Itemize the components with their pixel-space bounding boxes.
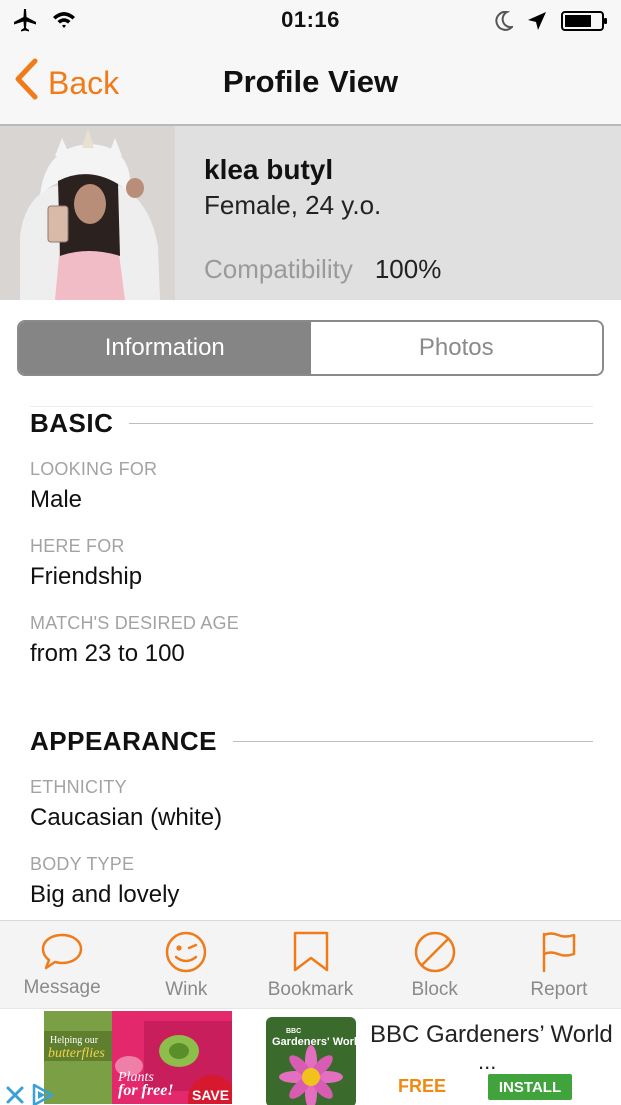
battery-icon xyxy=(561,10,609,37)
status-right xyxy=(495,10,609,37)
profile-header: klea butyl Female, 24 y.o. Compatibility… xyxy=(0,126,621,300)
compatibility-row: Compatibility 100% xyxy=(204,254,441,285)
profile-gender-age: Female, 24 y.o. xyxy=(204,190,382,220)
field-ethnicity: ETHNICITY Caucasian (white) xyxy=(30,777,593,832)
action-bar: Message Wink Bookmark Block Report xyxy=(0,920,621,1008)
divider xyxy=(233,741,593,742)
ad-banner[interactable]: Helping our butterflies Plants for free!… xyxy=(0,1008,621,1105)
tab-label: Report xyxy=(530,979,588,1000)
moon-icon xyxy=(495,10,515,36)
ad-app-icon[interactable]: BBC Gardeners' World xyxy=(266,1017,356,1105)
profile-segmented-control: Information Photos xyxy=(17,320,604,376)
ad-ellipsis: ... xyxy=(478,1049,497,1074)
profile-details[interactable]: BASIC LOOKING FOR Male HERE FOR Friendsh… xyxy=(0,396,621,920)
status-bar: 01:16 xyxy=(0,0,621,40)
ad-image-text-butterflies: butterflies xyxy=(48,1046,105,1061)
field-here-for: HERE FOR Friendship xyxy=(30,536,593,591)
field-value: Caucasian (white) xyxy=(30,804,223,831)
field-looking-for: LOOKING FOR Male xyxy=(30,459,593,514)
ad-magazine-image[interactable]: Helping our butterflies Plants for free!… xyxy=(44,1011,232,1104)
section-title: APPEARANCE xyxy=(30,726,218,756)
message-button[interactable]: Message xyxy=(0,921,124,1008)
tab-label: Message xyxy=(23,977,101,998)
section-title: BASIC xyxy=(30,408,114,438)
field-label: LOOKING FOR xyxy=(30,459,158,479)
section-header: APPEARANCE xyxy=(30,726,593,757)
field-label: HERE FOR xyxy=(30,536,125,556)
tab-information[interactable]: Information xyxy=(19,322,311,374)
tab-label: Block xyxy=(411,979,458,1000)
close-icon[interactable] xyxy=(2,1082,28,1105)
field-value: Big and lovely xyxy=(30,881,180,908)
field-label: ETHNICITY xyxy=(30,777,127,797)
wink-button[interactable]: Wink xyxy=(124,921,248,1008)
tab-label: Wink xyxy=(165,979,208,1000)
field-label: BODY TYPE xyxy=(30,854,135,874)
ad-cover-title-text: Gardeners' World xyxy=(272,1036,356,1048)
location-arrow-icon xyxy=(527,11,547,36)
compatibility-label: Compatibility xyxy=(204,254,353,284)
report-button[interactable]: Report xyxy=(497,921,621,1008)
field-value: from 23 to 100 xyxy=(30,640,185,667)
navigation-bar: Back Profile View xyxy=(0,40,621,126)
flag-icon xyxy=(539,931,579,973)
avatar[interactable] xyxy=(0,126,175,300)
section-header: BASIC xyxy=(30,408,593,439)
bookmark-button[interactable]: Bookmark xyxy=(248,921,372,1008)
ad-choices-icon[interactable] xyxy=(30,1082,56,1105)
bookmark-icon xyxy=(291,931,331,973)
ad-image-text-forfree: for free! xyxy=(118,1082,174,1099)
wink-face-icon xyxy=(164,931,208,973)
ad-image-text-save: SAVE xyxy=(192,1087,229,1103)
field-body-type: BODY TYPE Big and lovely xyxy=(30,854,593,909)
field-label: MATCH'S DESIRED AGE xyxy=(30,613,239,633)
speech-bubble-icon xyxy=(40,931,84,971)
tab-photos[interactable]: Photos xyxy=(310,322,602,374)
field-value: Friendship xyxy=(30,563,143,590)
compatibility-value: 100% xyxy=(374,254,442,284)
block-button[interactable]: Block xyxy=(373,921,497,1008)
ad-cover-bbc-text: BBC xyxy=(286,1028,301,1035)
ad-title: BBC Gardeners’ World xyxy=(370,1021,613,1048)
tab-label: Bookmark xyxy=(267,979,354,1000)
ad-price: FREE xyxy=(398,1076,447,1096)
section-appearance: APPEARANCE ETHNICITY Caucasian (white) B… xyxy=(30,726,593,909)
section-basic: BASIC LOOKING FOR Male HERE FOR Friendsh… xyxy=(30,408,593,668)
ad-image-text-helping: Helping our xyxy=(50,1035,99,1046)
divider xyxy=(30,406,593,407)
divider xyxy=(129,423,593,424)
block-icon xyxy=(413,931,457,973)
install-button[interactable]: INSTALL xyxy=(488,1074,572,1100)
profile-name: klea butyl xyxy=(204,154,334,185)
field-value: Male xyxy=(30,486,83,513)
page-title: Profile View xyxy=(222,64,399,99)
field-desired-age: MATCH'S DESIRED AGE from 23 to 100 xyxy=(30,613,593,668)
